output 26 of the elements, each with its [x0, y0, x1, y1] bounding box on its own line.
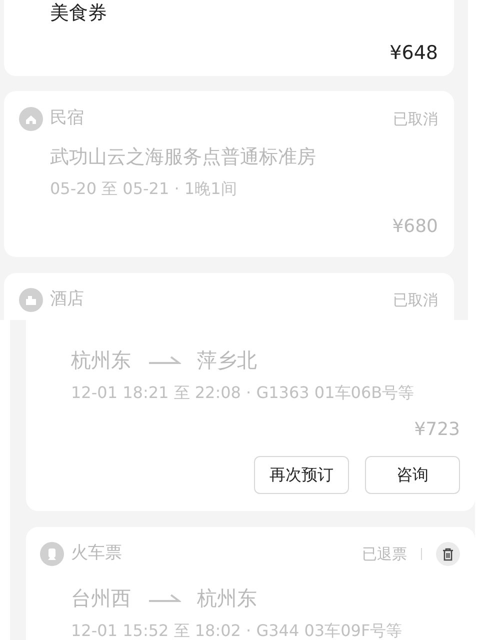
- action-button[interactable]: 咨询: [365, 456, 460, 494]
- homestay-icon: [19, 107, 43, 131]
- arrival-station: 萍乡北: [197, 350, 257, 370]
- category-label: 民宿: [50, 107, 84, 130]
- detail-text: 12-01 18:21 至 22:08 · G1363 01车06B号等: [71, 385, 416, 401]
- detail-text: 12-01 15:52 至 18:02 · G344 03车09F号等: [71, 623, 404, 639]
- delete-button[interactable]: [436, 542, 460, 566]
- hotel-icon: [19, 288, 43, 312]
- order-card[interactable]: 美食券 ¥648: [4, 0, 454, 76]
- order-card[interactable]: 杭州东 萍乡北 12-01 18:21 至 22:08 · G1363 01车06B号等 ¥723 再次预订 咨询: [26, 320, 475, 511]
- price-label: ¥723: [414, 421, 460, 439]
- category-label: 火车票: [71, 542, 122, 566]
- arrival-station: 杭州东: [197, 588, 257, 608]
- action-button[interactable]: 再次预订: [254, 456, 349, 494]
- status-label: 已退票: [362, 544, 407, 565]
- trash-icon: [442, 548, 454, 560]
- status-label: 已取消: [393, 290, 438, 311]
- price-label: ¥648: [390, 44, 438, 63]
- departure-station: 杭州东: [71, 350, 131, 370]
- price-label: ¥680: [392, 218, 438, 236]
- item-title: 武功山云之海服务点普通标准房: [50, 148, 317, 167]
- detail-text: 05-20 至 05-21 · 1晚1间: [50, 181, 238, 197]
- category-label: 酒店: [50, 288, 84, 312]
- status-label: 已取消: [393, 108, 438, 130]
- departure-station: 台州西: [71, 588, 131, 608]
- item-title: 美食券: [50, 1, 108, 25]
